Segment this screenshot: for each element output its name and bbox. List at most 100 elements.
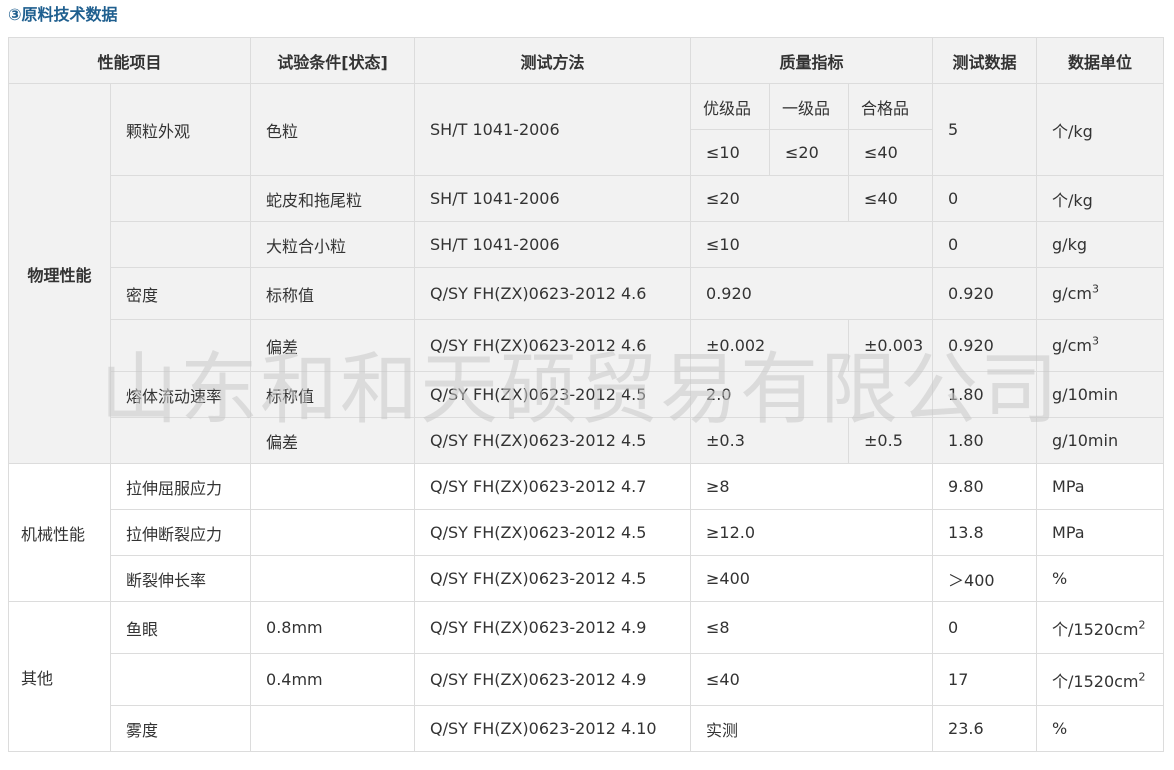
- unit-superscript: 3: [1091, 334, 1099, 348]
- item-cell: 拉伸屈服应力: [109, 463, 252, 510]
- condition-cell: 标称值: [250, 267, 416, 320]
- test-data-cell: 0: [932, 601, 1038, 654]
- unit-base: g/cm: [1052, 284, 1092, 303]
- grade-qualified: 合格品: [848, 83, 934, 130]
- header-condition: 试验条件[状态]: [250, 37, 416, 84]
- quality-cell: ≤10: [690, 221, 934, 268]
- quality-superior-first: ≤20: [690, 175, 850, 222]
- method-cell: Q/SY FH(ZX)0623-2012 4.6: [414, 319, 692, 372]
- unit-base: 个/1520cm: [1052, 619, 1139, 639]
- condition-cell: 色粒: [250, 83, 416, 176]
- quality-superior: ≤10: [690, 129, 771, 176]
- condition-cell: [250, 705, 416, 752]
- table-row: 蛇皮和拖尾粒 SH/T 1041-2006 ≤20 ≤40 0 个/kg: [9, 175, 1165, 222]
- test-data-cell: 0: [932, 175, 1038, 222]
- header-quality: 质量指标: [690, 37, 934, 84]
- unit-base: 个/1520cm: [1052, 671, 1139, 691]
- condition-cell: 蛇皮和拖尾粒: [250, 175, 416, 222]
- item-cell: 密度: [109, 267, 252, 320]
- condition-cell: 大粒合小粒: [250, 221, 416, 268]
- item-cell: [109, 653, 252, 706]
- method-cell: Q/SY FH(ZX)0623-2012 4.9: [414, 653, 692, 706]
- quality-cell: ≥12.0: [690, 509, 934, 556]
- item-cell: 鱼眼: [109, 601, 252, 654]
- item-cell: 拉伸断裂应力: [109, 509, 252, 556]
- condition-cell: [250, 509, 416, 556]
- unit-cell: g/10min: [1036, 417, 1165, 464]
- method-cell: Q/SY FH(ZX)0623-2012 4.7: [414, 463, 692, 510]
- test-data-cell: 5: [932, 83, 1038, 176]
- item-cell: 颗粒外观: [109, 83, 252, 176]
- unit-cell: 个/1520cm2: [1036, 653, 1165, 706]
- header-item: 性能项目: [7, 37, 252, 84]
- unit-cell: g/cm3: [1036, 267, 1165, 320]
- unit-base: g/cm: [1052, 336, 1092, 355]
- table-row: 拉伸断裂应力 Q/SY FH(ZX)0623-2012 4.5 ≥12.0 13…: [9, 509, 1165, 556]
- test-data-cell: 0.920: [932, 267, 1038, 320]
- quality-first: ≤20: [769, 129, 850, 176]
- table-row: 熔体流动速率 标称值 Q/SY FH(ZX)0623-2012 4.5 2.0 …: [9, 371, 1165, 418]
- method-cell: Q/SY FH(ZX)0623-2012 4.5: [414, 555, 692, 602]
- quality-cell: ≥8: [690, 463, 934, 510]
- header-row: 性能项目 试验条件[状态] 测试方法 质量指标 测试数据 数据单位: [7, 37, 1165, 84]
- header-test-data: 测试数据: [932, 37, 1038, 84]
- table-row: 0.4mm Q/SY FH(ZX)0623-2012 4.9 ≤40 17 个/…: [9, 653, 1165, 706]
- section-title: ③原料技术数据: [8, 5, 118, 24]
- quality-cell: ≤40: [690, 653, 934, 706]
- method-cell: SH/T 1041-2006: [414, 83, 692, 176]
- item-cell: [109, 417, 252, 464]
- condition-cell: 偏差: [250, 319, 416, 372]
- condition-cell: 标称值: [250, 371, 416, 418]
- unit-superscript: 2: [1138, 618, 1146, 632]
- method-cell: Q/SY FH(ZX)0623-2012 4.5: [414, 371, 692, 418]
- table-row: 偏差 Q/SY FH(ZX)0623-2012 4.5 ±0.3 ±0.5 1.…: [9, 417, 1165, 464]
- raw-material-spec-table: 性能项目 试验条件[状态] 测试方法 质量指标 测试数据 数据单位 物理性能 颗…: [7, 37, 1165, 752]
- test-data-cell: 9.80: [932, 463, 1038, 510]
- table-row: 机械性能 拉伸屈服应力 Q/SY FH(ZX)0623-2012 4.7 ≥8 …: [8, 463, 1165, 602]
- test-data-cell: 13.8: [932, 509, 1038, 556]
- quality-qualified: ±0.003: [848, 319, 934, 372]
- item-cell: 熔体流动速率: [109, 371, 252, 418]
- item-cell: 断裂伸长率: [109, 555, 252, 602]
- quality-superior-first: ±0.3: [690, 417, 850, 464]
- quality-qualified: ≤40: [848, 129, 934, 176]
- header-method: 测试方法: [414, 37, 692, 84]
- condition-cell: 偏差: [250, 417, 416, 464]
- unit-cell: MPa: [1036, 509, 1165, 556]
- unit-superscript: 3: [1091, 282, 1099, 296]
- method-cell: Q/SY FH(ZX)0623-2012 4.5: [414, 417, 692, 464]
- unit-superscript: 2: [1138, 670, 1146, 684]
- condition-cell: [250, 555, 416, 602]
- quality-cell: 实测: [690, 705, 934, 752]
- table-row: 物理性能 颗粒外观 色粒 SH/T 1041-2006 优级品 一级品 合格品 …: [8, 83, 1165, 464]
- method-cell: SH/T 1041-2006: [414, 175, 692, 222]
- item-cell: [109, 319, 252, 372]
- grade-first: 一级品: [769, 83, 850, 130]
- quality-superior-first: ±0.002: [690, 319, 850, 372]
- test-data-cell: 23.6: [932, 705, 1038, 752]
- method-cell: SH/T 1041-2006: [414, 221, 692, 268]
- header-unit: 数据单位: [1036, 37, 1165, 84]
- unit-cell: 个/kg: [1036, 83, 1165, 176]
- unit-cell: g/cm3: [1036, 319, 1165, 372]
- item-cell: [109, 175, 252, 222]
- grade-superior: 优级品: [690, 83, 771, 130]
- condition-cell: [250, 463, 416, 510]
- quality-cell: 2.0: [690, 371, 934, 418]
- table-row: 断裂伸长率 Q/SY FH(ZX)0623-2012 4.5 ≥400 ＞400…: [9, 555, 1165, 602]
- quality-qualified: ≤40: [848, 175, 934, 222]
- category-physical: 物理性能: [8, 83, 111, 464]
- table-row: 大粒合小粒 SH/T 1041-2006 ≤10 0 g/kg: [9, 221, 1165, 268]
- method-cell: Q/SY FH(ZX)0623-2012 4.10: [414, 705, 692, 752]
- unit-cell: 个/1520cm2: [1036, 601, 1165, 654]
- unit-cell: %: [1036, 555, 1165, 602]
- test-data-cell: 17: [932, 653, 1038, 706]
- unit-cell: g/kg: [1036, 221, 1165, 268]
- method-cell: Q/SY FH(ZX)0623-2012 4.9: [414, 601, 692, 654]
- unit-cell: g/10min: [1036, 371, 1165, 418]
- quality-cell: ≥400: [690, 555, 934, 602]
- unit-cell: MPa: [1036, 463, 1165, 510]
- item-cell: 雾度: [109, 705, 252, 752]
- quality-qualified: ±0.5: [848, 417, 934, 464]
- quality-cell: 0.920: [690, 267, 934, 320]
